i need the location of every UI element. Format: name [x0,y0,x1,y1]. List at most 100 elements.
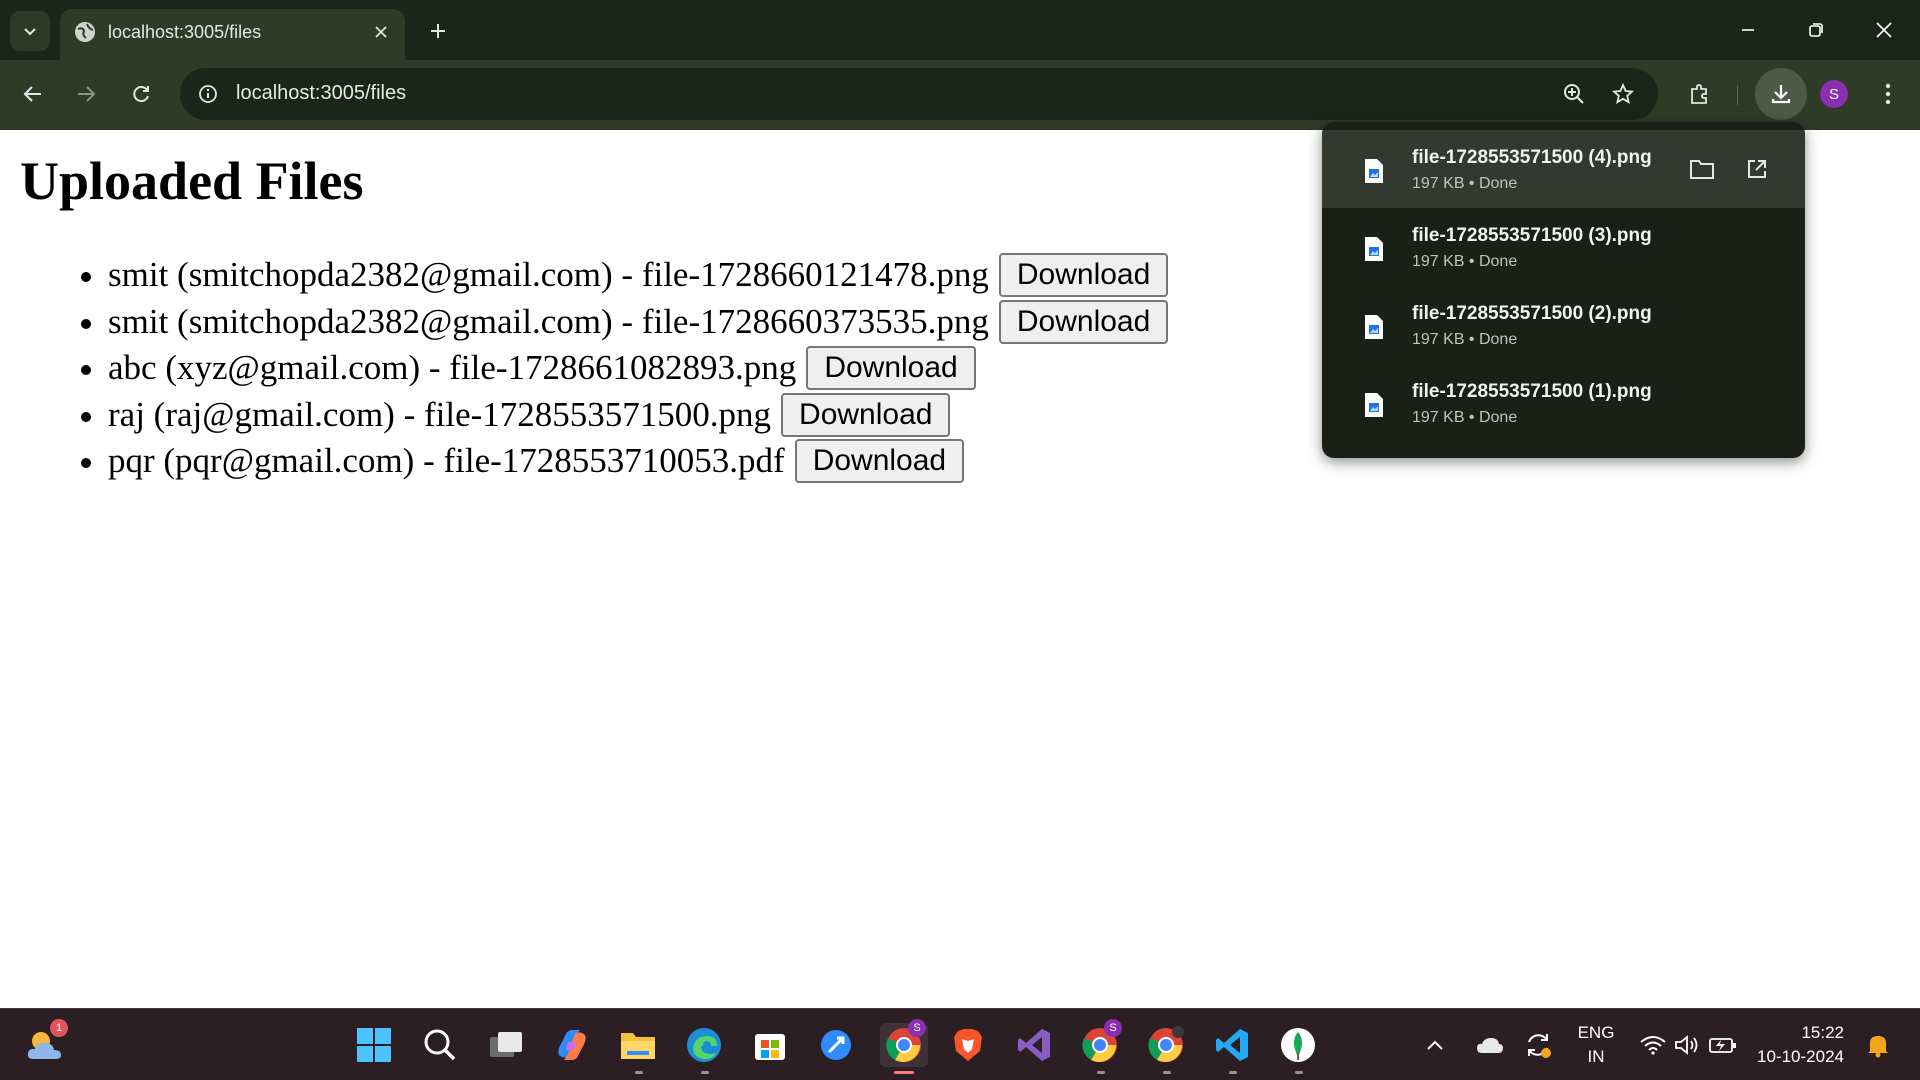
tab-strip: localhost:3005/files [0,0,1920,60]
address-bar[interactable]: localhost:3005/files [180,68,1658,120]
bell-icon [1868,1036,1888,1058]
region-indicator[interactable]: IN [1572,1047,1620,1067]
download-item[interactable]: file-1728553571500 (3).png 197 KB • Done [1322,208,1805,286]
chrome-icon [1148,1026,1184,1062]
tab-search-button[interactable] [10,11,50,51]
api-client-button[interactable] [814,1023,858,1067]
list-item: abc (xyz@gmail.com) - file-1728661082893… [80,345,1168,392]
vscode-button[interactable] [1210,1023,1254,1074]
cloud-icon [1477,1038,1503,1053]
show-hidden-icons-button[interactable] [1420,1023,1450,1067]
download-item[interactable]: file-1728553571500 (4).png 197 KB • Done [1322,130,1805,208]
microsoft-store-button[interactable] [748,1023,792,1067]
open-file-button[interactable] [1740,152,1774,186]
copilot-button[interactable] [550,1023,594,1067]
sync-status-button[interactable] [1518,1023,1558,1067]
url-text: localhost:3005/files [236,82,407,104]
clock-time[interactable]: 15:22 [1754,1023,1844,1043]
tab-title: localhost:3005/files [108,22,262,42]
close-icon [1876,22,1892,38]
download-item[interactable]: file-1728553571500 (1).png 197 KB • Done [1322,364,1805,442]
running-indicator [1229,1071,1237,1074]
windows-icon [357,1028,391,1062]
wifi-status[interactable] [1636,1023,1670,1067]
reload-button[interactable] [123,76,159,112]
start-button[interactable] [352,1023,396,1067]
download-filename: file-1728553571500 (3).png [1412,225,1652,246]
chrome-guest-button[interactable] [1144,1023,1188,1074]
running-indicator [1295,1071,1303,1074]
copilot-icon [558,1030,586,1060]
file-entry-text: pqr (pqr@gmail.com) - file-1728553710053… [108,441,785,481]
volume-status[interactable] [1670,1023,1704,1067]
minimize-button[interactable] [1724,10,1772,50]
brave-icon [954,1029,982,1061]
browser-tab[interactable]: localhost:3005/files [60,9,405,60]
speaker-icon [1675,1035,1698,1055]
forward-button[interactable] [68,76,104,112]
language-indicator[interactable]: ENG [1572,1023,1620,1043]
download-button[interactable]: Download [794,439,965,484]
download-button[interactable]: Download [806,346,976,391]
weather-widget[interactable]: 1 [24,1019,68,1067]
chrome-profile-button[interactable]: S [1078,1019,1122,1074]
site-info-button[interactable] [192,78,224,110]
running-indicator [1163,1071,1171,1074]
open-external-icon [1748,160,1766,178]
file-entry-text: smit (smitchopda2382@gmail.com) - file-1… [108,255,989,295]
download-button[interactable]: Download [998,299,1169,344]
sync-icon [1528,1034,1551,1058]
task-view-button[interactable] [484,1023,528,1067]
download-button[interactable]: Download [781,392,951,437]
running-indicator [635,1071,643,1074]
plus-icon [431,24,445,38]
running-indicator [701,1071,709,1074]
chrome-button[interactable]: S [880,1019,928,1074]
file-list: smit (smitchopda2382@gmail.com) - file-1… [80,252,1169,485]
image-file-icon [1365,393,1383,417]
browser-toolbar: localhost:3005/files S [0,60,1920,130]
folder-icon [621,1033,655,1059]
star-icon [1612,83,1634,105]
rocket-icon [821,1030,851,1060]
profile-avatar[interactable]: S [1820,80,1848,108]
info-icon [199,85,217,103]
globe-icon [75,22,95,42]
puzzle-icon [1691,84,1707,104]
notifications-button[interactable] [1858,1023,1898,1067]
battery-charging-icon [1709,1038,1736,1053]
new-tab-button[interactable] [423,16,453,46]
edge-button[interactable] [682,1023,726,1074]
running-indicator [1097,1071,1105,1074]
brave-button[interactable] [946,1023,990,1067]
clock-date[interactable]: 10-10-2024 [1754,1047,1844,1067]
onedrive-button[interactable] [1470,1023,1510,1067]
browser-menu-button[interactable] [1870,76,1906,112]
minimize-icon [1742,29,1754,31]
tab-close-button[interactable] [369,20,393,44]
bookmark-button[interactable] [1607,78,1639,110]
search-icon [424,1029,456,1061]
profile-badge: S [908,1019,926,1037]
window-close-button[interactable] [1860,10,1908,50]
search-button[interactable] [418,1023,462,1067]
more-vertical-icon [1885,83,1891,105]
zoom-button[interactable] [1558,78,1590,110]
back-button[interactable] [15,76,51,112]
download-item[interactable]: file-1728553571500 (2).png 197 KB • Done [1322,286,1805,364]
downloads-button[interactable] [1755,68,1807,120]
restore-button[interactable] [1792,10,1840,50]
battery-status[interactable] [1706,1023,1740,1067]
visual-studio-button[interactable] [1012,1023,1056,1067]
download-status: 197 KB • Done [1412,409,1518,426]
mongodb-compass-button[interactable] [1276,1023,1320,1074]
downloads-panel: file-1728553571500 (4).png 197 KB • Done… [1322,122,1805,458]
list-item: smit (smitchopda2382@gmail.com) - file-1… [80,299,1169,346]
chevron-down-icon [24,28,36,36]
show-in-folder-button[interactable] [1685,152,1719,186]
download-button[interactable]: Download [998,253,1169,298]
list-item: smit (smitchopda2382@gmail.com) - file-1… [80,252,1169,299]
file-explorer-button[interactable] [616,1023,660,1074]
wifi-icon [1640,1036,1666,1055]
extensions-button[interactable] [1681,76,1717,112]
